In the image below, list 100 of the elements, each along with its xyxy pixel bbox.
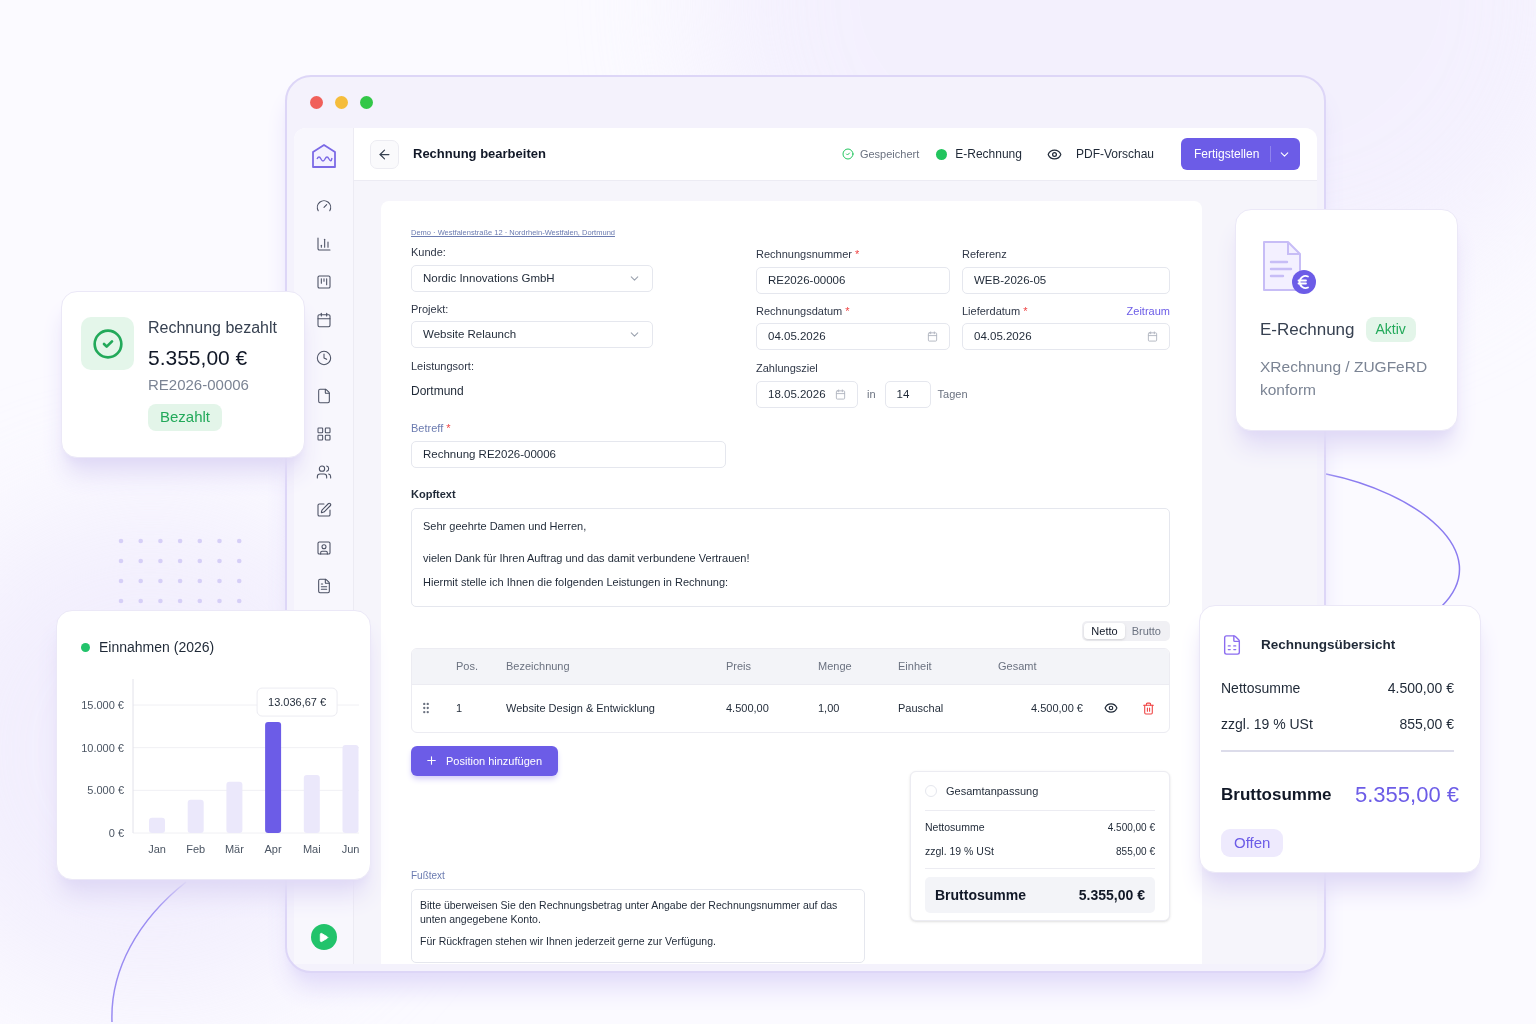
clock-icon[interactable] [315,350,332,366]
document-icon[interactable] [315,578,332,594]
price-mode-tab[interactable]: Brutto [1124,622,1168,639]
status-badge: Offen [1221,829,1284,857]
annotation: 13.036,67 € [268,696,327,709]
input-field[interactable]: RE2026-00006 [756,266,950,294]
input-field[interactable]: 14 [884,380,931,408]
summary-value: 4.500,00 € [1387,679,1454,698]
column-header: Gesamt [998,659,1038,674]
status-badge: Aktiv [1365,317,1416,343]
bar-chart-icon[interactable] [315,236,332,252]
calendar-icon[interactable] [315,312,332,328]
card-title: Rechnung bezahlt [148,318,277,338]
column-header: Preis [726,659,753,674]
field-label: Betreff * [411,420,452,436]
table-cell-text: Website Design & Entwicklung [506,701,656,716]
kanban-icon[interactable] [315,274,332,290]
table-cell-text: 1 [456,701,464,716]
table-cell-text: 4.500,00 [726,701,770,716]
total-label: zzgl. 19 % USt [925,843,994,859]
table-cell-text: 4.500,00 € [1030,701,1084,716]
finish-button[interactable]: Fertigstellen [1181,138,1300,170]
card-description: XRechnung / ZUGFeRD konform [1260,356,1429,400]
column-header: Pos. [456,659,479,674]
checkbox[interactable] [925,784,937,797]
users-icon[interactable] [315,464,332,480]
grid-icon[interactable] [315,426,332,442]
file-icon[interactable] [315,388,332,404]
window-title: Rechnung bearbeiten [413,145,546,164]
adjustment-label: Gesamtanpassung [946,783,1039,799]
input-field[interactable]: 04.05.2026 [756,323,950,351]
text-line: Sehr geehrte Damen und Herren, [423,518,588,534]
axis-label: 15.000 € [81,699,124,711]
back-button[interactable] [370,139,399,169]
axis-label: Mär [224,843,244,855]
play-icon [318,931,329,943]
axis-label: Mai [302,843,321,855]
axis-label: 5.000 € [87,784,124,797]
pdf-preview-link[interactable]: PDF-Vorschau [1075,145,1154,163]
place-value: Dortmund [411,382,465,400]
gross-label: Bruttosumme [1221,783,1332,806]
paragraph: Bitte überweisen Sie den Rechnungsbetrag unter Angabe der Rechnungsnummer auf das unten angegebene Konto. [420,897,839,926]
field-label: Fußtext [411,868,445,883]
invoice-number: RE2026-00006 [148,375,249,395]
tooltip: 13.036,67 € [256,687,338,717]
footer-text-area[interactable]: Bitte überweisen Sie den Rechnungsbetrag unter Angabe der Rechnungsnummer auf das unten angegebene Konto. Für Rückfragen stehen wir Ihnen jederzeit gerne zur Verfügung. [411,888,865,963]
header-text-area[interactable]: Sehr geehrte Damen und Herren, vielen Dank für Ihren Auftrag und das damit verbundene Vertrauen! Hiermit stelle ich Ihnen die folgenden Leistungen in Rechnung: [411,507,1170,607]
input-field[interactable]: Rechnung RE2026-00006 [411,441,726,469]
field-label: Projekt: [411,301,450,317]
summary-label: Nettosumme [1221,679,1301,698]
column-header: Einheit [898,659,933,674]
field-label: Kunde: [411,245,447,261]
field-label: Referenz [962,247,1008,263]
plus-icon [425,754,438,768]
days-label: Tagen [937,387,968,402]
gauge-icon[interactable] [315,198,332,214]
eye-icon[interactable] [1104,701,1118,716]
summary-label: zzgl. 19 % USt [1221,715,1313,734]
card-title: Rechnungsübersicht [1261,635,1396,654]
column-header: Menge [818,659,853,674]
input-field[interactable]: 04.05.2026 [962,323,1170,351]
text-line: Hiermit stelle ich Ihnen die folgenden Leistungen in Rechnung: [423,574,730,590]
eye-icon[interactable] [1046,146,1062,162]
axis-label: 10.000 € [81,741,124,754]
axis-label: Apr [264,843,282,855]
saved-status: Gespeichert [859,146,920,162]
axis-label: Jan [148,843,166,855]
summary-value: 855,00 € [1399,715,1454,734]
field-label: Kopftext [411,487,457,503]
card-title: Einnahmen (2026) [99,638,215,657]
field-label: Zahlungsziel [756,361,819,377]
field-label: Rechnungsnummer * [756,247,861,263]
amount: 5.355,00 € [148,345,248,371]
e-invoice-status: E-Rechnung [955,146,1022,163]
table-cell-text: Pauschal [898,701,945,716]
calendar-icon [927,331,938,343]
gross-value: 5.355,00 € [1078,885,1145,905]
input-field[interactable]: Website Relaunch [411,321,653,349]
edit-icon[interactable] [315,502,332,518]
input-field[interactable]: 18.05.2026 [756,380,858,408]
text-line: vielen Dank für Ihren Auftrag und das damit verbundene Vertrauen! [423,551,751,567]
document-icon [1221,632,1243,658]
status-badge: Bezahlt [148,403,223,431]
calendar-icon [1147,331,1158,343]
card-title: E-Rechnung [1260,319,1355,341]
axis-label: Feb [186,843,206,855]
add-position-button[interactable]: Position hinzufügen [411,745,558,776]
gross-label: Bruttosumme [935,885,1026,905]
gross-value: 5.355,00 € [1355,781,1459,809]
input-field[interactable]: WEB-2026-05 [962,266,1170,294]
logo-icon[interactable] [309,142,338,170]
paragraph: Für Rückfragen stehen wir Ihnen jederzeit gerne zur Verfügung. [420,933,717,948]
field-label: Lieferdatum * [962,303,1028,319]
field-label: Leistungsort: [411,359,475,375]
user-card-icon[interactable] [315,540,332,556]
period-link[interactable]: Zeitraum [1126,302,1170,320]
calendar-icon [835,388,846,400]
delete-icon[interactable] [1142,701,1155,715]
price-mode-tab[interactable]: Netto [1084,622,1125,639]
input-field[interactable]: Nordic Innovations GmbH [411,264,653,292]
